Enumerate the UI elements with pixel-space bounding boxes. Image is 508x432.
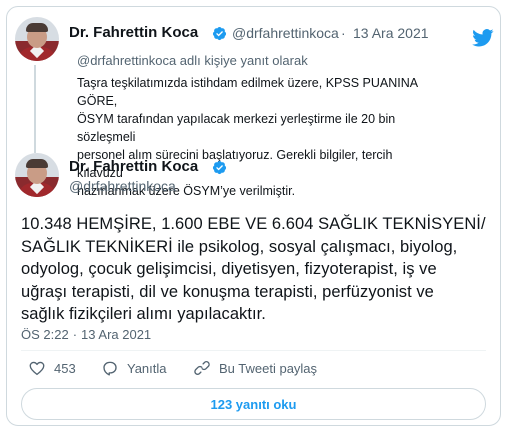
reply-text-line: Taşra teşkilatımızda istihdam edilmek üz… <box>77 76 418 108</box>
tweet-date[interactable]: 13 Ara 2021 <box>353 25 429 41</box>
author-name[interactable]: Dr. Fahrettin Koca <box>69 24 198 41</box>
reply-to-label[interactable]: @drfahrettinkoca adlı kişiye yanıt olara… <box>77 53 308 68</box>
verified-badge-icon <box>212 26 227 41</box>
main-text-line: sağlık fizikçileri alımı yapılacaktır. <box>21 305 266 323</box>
share-button[interactable]: Bu Tweeti paylaş <box>193 359 317 377</box>
like-button[interactable]: 453 <box>28 359 76 377</box>
main-tweet-text: 10.348 HEMŞİRE, 1.600 EBE VE 6.604 SAĞLI… <box>21 213 491 326</box>
author-handle[interactable]: @drfahrettinkoca <box>69 178 176 194</box>
twitter-bird-icon[interactable] <box>472 29 494 47</box>
like-count: 453 <box>54 360 76 376</box>
share-label: Bu Tweeti paylaş <box>219 360 318 376</box>
main-text-line: uğraşı terapisti, dil ve konuşma terapis… <box>21 282 434 301</box>
tweet-timestamp[interactable]: ÖS 2:22 · 13 Ara 2021 <box>21 327 151 342</box>
verified-badge-icon <box>212 160 227 175</box>
main-text-line: SAĞLIK TEKNİKERİ ile psikolog, sosyal ça… <box>21 237 458 256</box>
tweet-time: ÖS 2:22 <box>21 327 69 342</box>
main-text-line: 10.348 HEMŞİRE, 1.600 EBE VE 6.604 SAĞLI… <box>21 215 486 233</box>
reply-label: Yanıtla <box>127 360 167 376</box>
share-icon <box>194 361 210 375</box>
thread-connector-line <box>34 65 36 153</box>
author-name[interactable]: Dr. Fahrettin Koca <box>69 158 198 175</box>
read-replies-button[interactable]: 123 yanıtı oku <box>21 388 486 420</box>
reply-text-line: ÖSYM tarafından yapılacak merkezi yerleş… <box>77 112 396 144</box>
author-handle[interactable]: @drfahrettinkoca <box>232 25 339 41</box>
author-avatar[interactable] <box>15 17 59 61</box>
main-text-line: odyolog, çocuk gelişimcisi, diyetisyen, … <box>21 260 437 278</box>
author-avatar[interactable] <box>15 153 59 197</box>
tweet-date: 13 Ara 2021 <box>81 327 152 342</box>
dot-separator: · <box>341 25 346 41</box>
divider <box>21 350 486 351</box>
comment-icon <box>103 361 117 376</box>
reply-button[interactable]: Yanıtla <box>101 359 167 377</box>
heart-icon <box>29 361 45 376</box>
tweet-embed-card: Dr. Fahrettin Koca @drfahrettinkoca · 13… <box>6 6 501 426</box>
